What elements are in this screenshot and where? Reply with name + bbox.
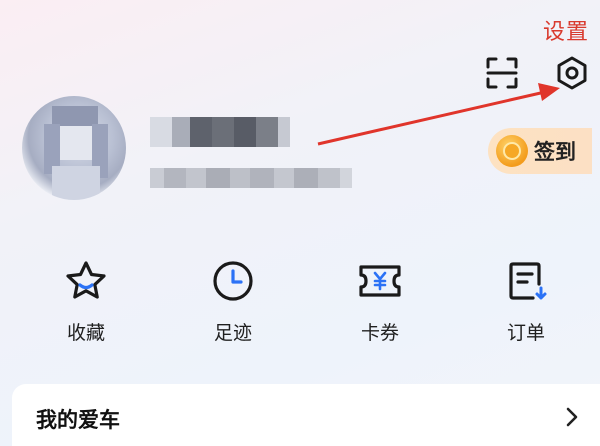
- quick-item-coupons[interactable]: 卡券: [330, 258, 430, 348]
- quick-item-history[interactable]: 足迹: [183, 258, 283, 348]
- my-car-title: 我的爱车: [36, 408, 120, 432]
- gear-icon: [557, 56, 587, 90]
- username: [150, 117, 290, 147]
- quick-actions: 收藏 足迹 卡券 订单: [0, 258, 600, 348]
- coin-icon: [496, 135, 528, 167]
- clock-icon: [213, 261, 253, 301]
- user-subtitle: [150, 168, 352, 188]
- order-icon: [509, 262, 547, 300]
- my-car-card[interactable]: 我的爱车: [12, 384, 600, 446]
- coupon-icon: [359, 265, 401, 297]
- quick-label-coupons: 卡券: [360, 322, 399, 344]
- quick-label-orders: 订单: [506, 322, 545, 344]
- annotation-label: 设置: [543, 20, 590, 45]
- settings-button[interactable]: [552, 53, 592, 93]
- quick-label-history: 足迹: [213, 322, 252, 344]
- chevron-right-icon: [566, 407, 578, 427]
- scan-icon: [486, 57, 518, 89]
- avatar[interactable]: [22, 96, 126, 200]
- scan-button[interactable]: [482, 53, 522, 93]
- checkin-button[interactable]: 签到: [488, 128, 592, 174]
- quick-item-orders[interactable]: 订单: [476, 258, 576, 348]
- quick-label-favorites: 收藏: [66, 322, 105, 344]
- checkin-label: 签到: [534, 140, 576, 164]
- star-icon: [66, 261, 106, 299]
- quick-item-favorites[interactable]: 收藏: [36, 258, 136, 348]
